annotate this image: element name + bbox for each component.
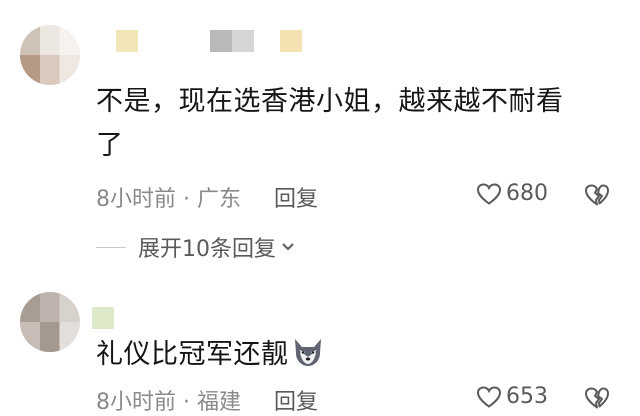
like-count: 680	[506, 181, 548, 206]
timestamp: 8小时前	[96, 187, 176, 212]
heart-icon	[476, 385, 502, 408]
comment-meta: 8小时前 · 福建 回复	[96, 384, 318, 416]
comment-text: 不是，现在选香港小姐，越来越不耐看 了	[96, 80, 616, 168]
comment-text-line: 了	[96, 130, 124, 161]
like-button[interactable]: 653	[476, 384, 548, 409]
reply-button[interactable]: 回复	[274, 390, 318, 415]
comment-text-line: 礼仪比冠军还靓	[96, 339, 289, 370]
expand-replies-button[interactable]: 展开10条回复	[96, 231, 296, 263]
meta-separator: ·	[183, 187, 190, 212]
meta-separator: ·	[183, 390, 190, 415]
broken-heart-icon	[585, 184, 609, 206]
chevron-down-icon	[282, 243, 294, 251]
avatar[interactable]	[20, 292, 80, 352]
timestamp: 8小时前	[96, 390, 176, 415]
reply-button[interactable]: 回复	[274, 187, 318, 212]
broken-heart-icon	[585, 387, 609, 409]
heart-icon	[476, 182, 502, 205]
wolf-face-emoji-icon	[294, 339, 321, 366]
like-count: 653	[506, 384, 548, 409]
dislike-button[interactable]	[584, 386, 610, 414]
expand-replies-label: 展开10条回复	[138, 237, 276, 262]
avatar[interactable]	[20, 25, 80, 85]
location: 广东	[197, 187, 242, 212]
location: 福建	[197, 390, 242, 415]
comment-item: 不是，现在选香港小姐，越来越不耐看 了 8小时前 · 广东 回复 680 展开1…	[0, 0, 640, 290]
comment-item: 礼仪比冠军还靓 8小时前 · 福建 回复 653	[0, 285, 640, 415]
like-button[interactable]: 680	[476, 181, 548, 206]
comment-meta: 8小时前 · 广东 回复	[96, 181, 318, 213]
dislike-button[interactable]	[584, 183, 610, 211]
comment-text: 礼仪比冠军还靓	[96, 333, 616, 377]
divider	[96, 246, 126, 248]
comment-text-line: 不是，现在选香港小姐，越来越不耐看	[96, 86, 564, 117]
